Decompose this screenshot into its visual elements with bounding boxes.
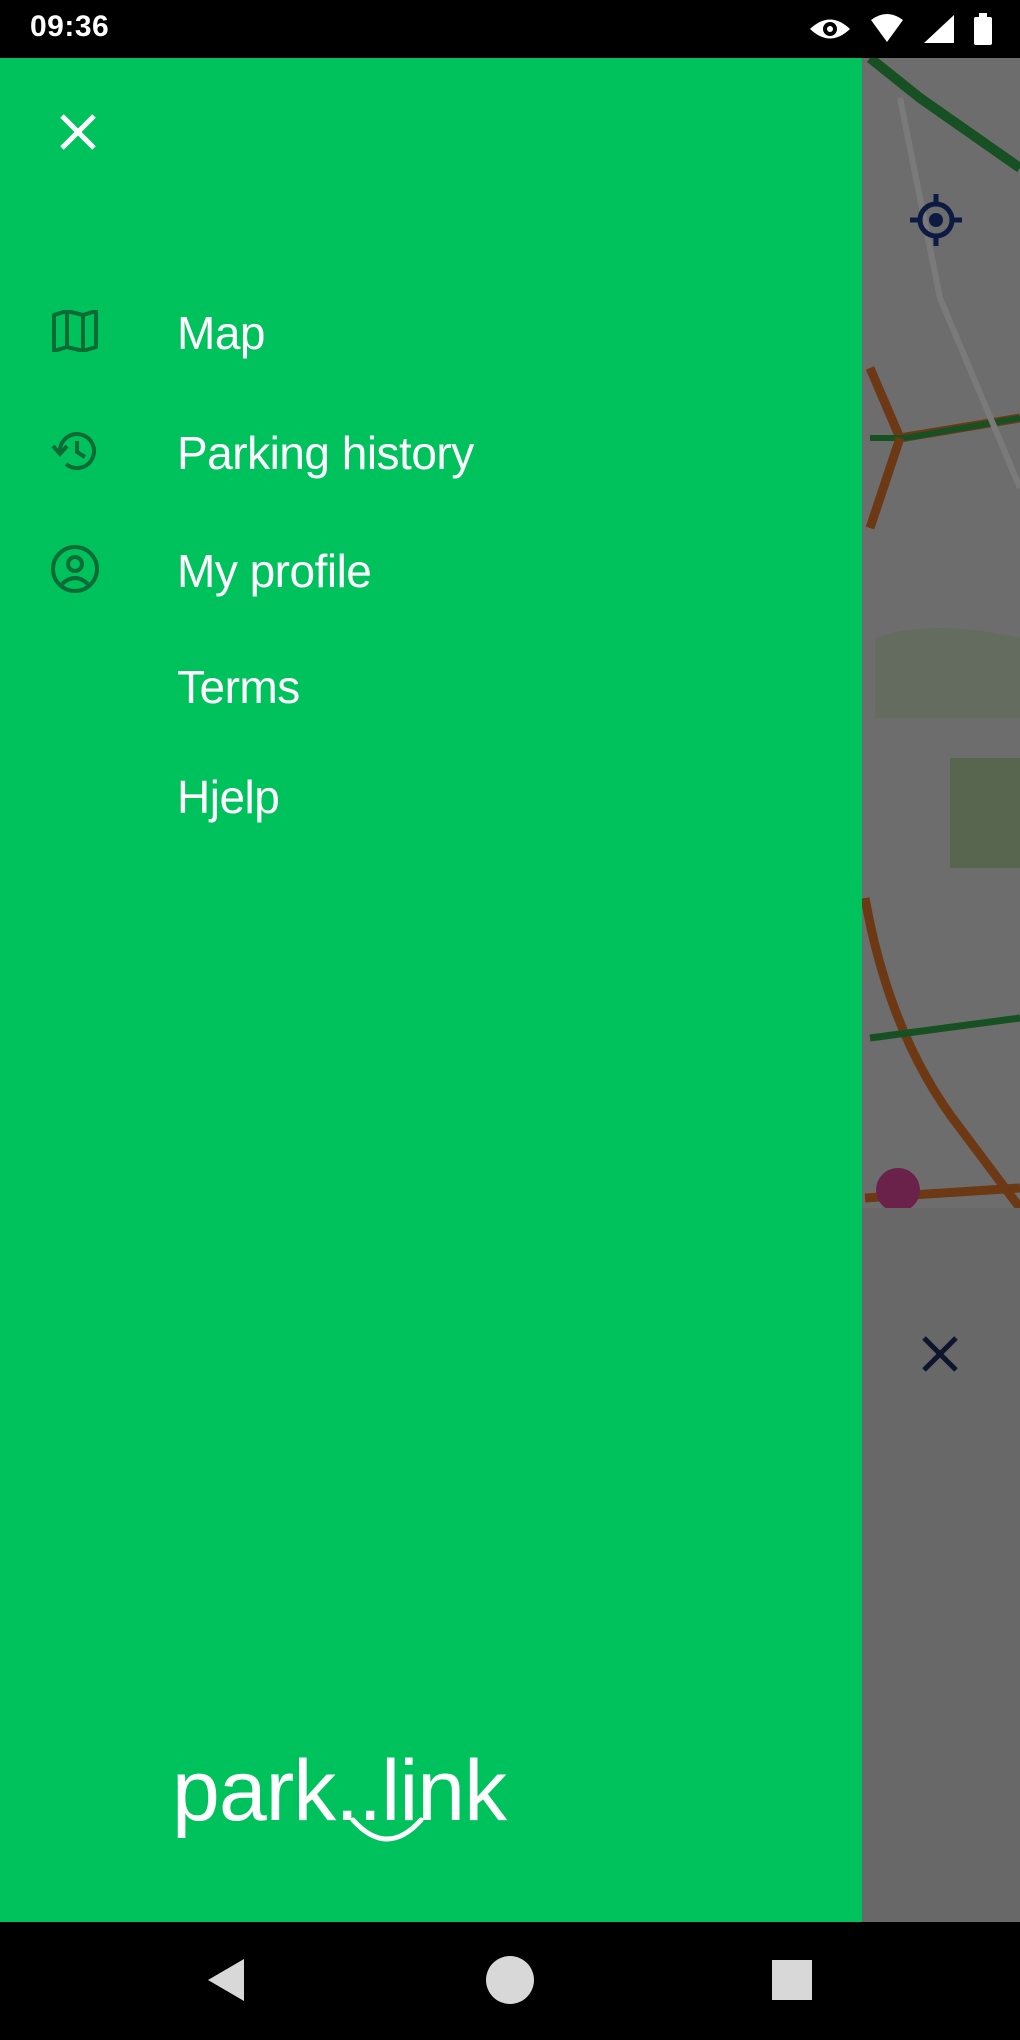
parklink-logo: park..link <box>172 1748 552 1858</box>
home-icon[interactable] <box>474 1944 546 2016</box>
map-icon <box>50 306 100 356</box>
menu-item-parking-history[interactable]: Parking history <box>0 402 862 498</box>
menu-item-my-profile[interactable]: My profile <box>0 520 862 616</box>
navigation-drawer: Map Parking history My profile Terms Hje… <box>0 58 862 1922</box>
brand-text: park..link <box>172 1743 507 1839</box>
status-icons <box>808 10 992 48</box>
eye-icon <box>808 14 852 44</box>
back-icon[interactable] <box>190 1944 262 2016</box>
menu-item-hjelp[interactable]: Hjelp <box>0 746 862 842</box>
status-time: 09:36 <box>30 10 110 43</box>
menu-item-label: Map <box>177 307 265 359</box>
signal-icon <box>922 13 956 45</box>
menu-item-label: Terms <box>177 661 300 713</box>
menu-item-map[interactable]: Map <box>0 282 862 378</box>
history-icon <box>50 426 100 476</box>
close-icon[interactable] <box>48 102 108 162</box>
system-nav-bar <box>0 1922 1020 2040</box>
status-bar: 09:36 <box>0 0 1020 58</box>
wifi-icon <box>870 14 904 44</box>
menu-item-label: Parking history <box>177 427 474 479</box>
smile-icon <box>350 1817 424 1842</box>
menu-item-label: Hjelp <box>177 771 280 823</box>
menu-item-label: My profile <box>177 545 372 597</box>
menu-item-terms[interactable]: Terms <box>0 636 862 732</box>
battery-icon <box>974 13 992 45</box>
profile-icon <box>50 544 100 594</box>
recents-icon[interactable] <box>756 1944 828 2016</box>
